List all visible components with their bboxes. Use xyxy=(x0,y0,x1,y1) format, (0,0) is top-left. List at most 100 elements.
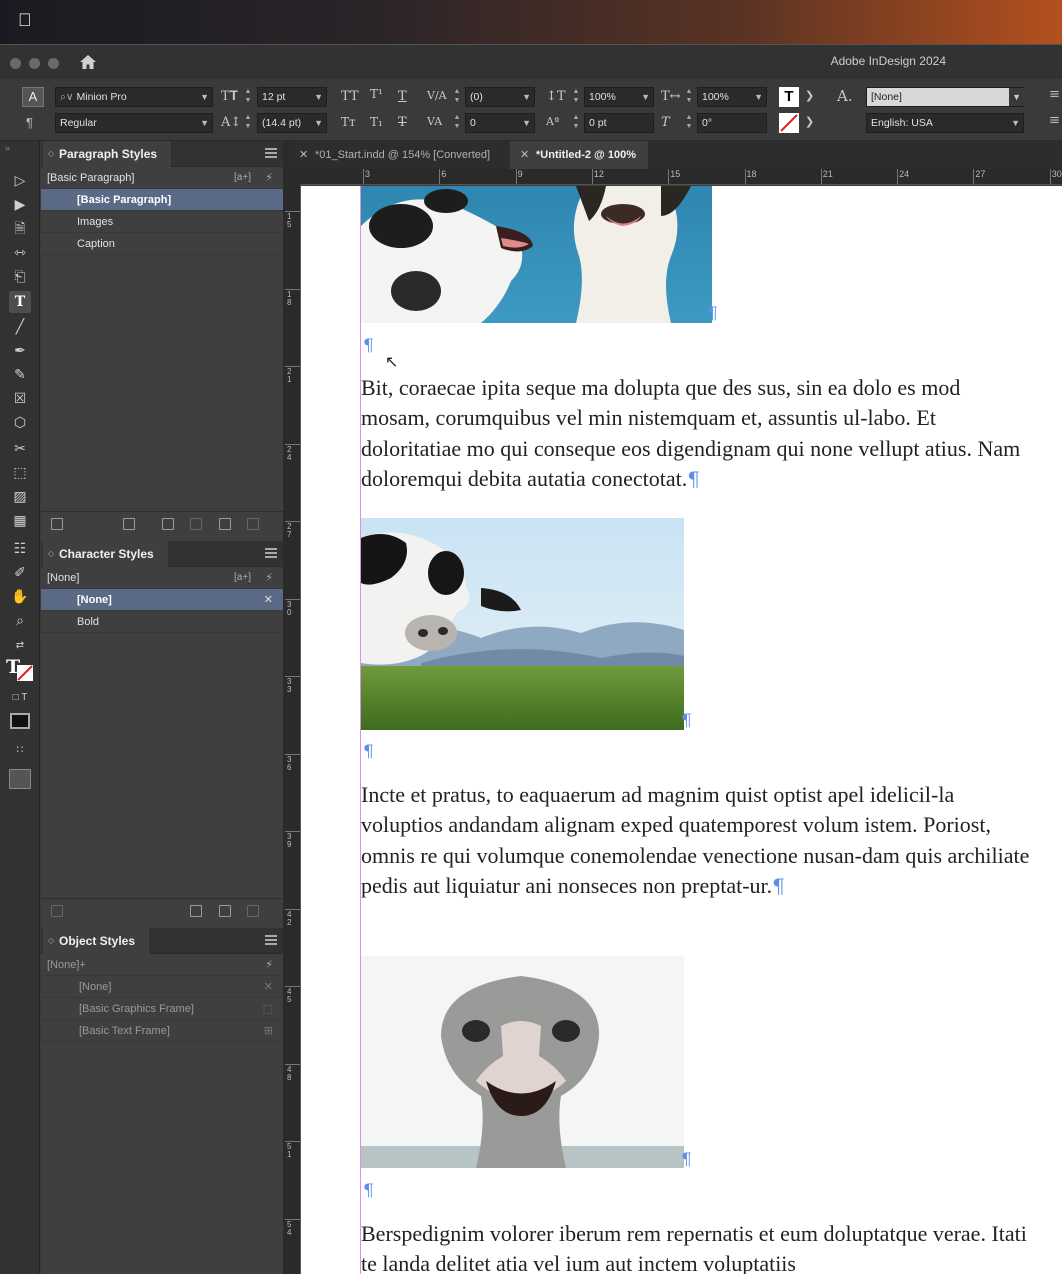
content-collector-icon[interactable]: ⎗ xyxy=(9,265,31,287)
small-caps-icon[interactable]: Tт xyxy=(341,115,356,129)
image-cow[interactable] xyxy=(361,518,684,730)
baseline-shift-stepper[interactable]: ▲ ▼ xyxy=(571,113,581,133)
character-style-field[interactable]: [None] ▼ xyxy=(866,87,1024,107)
paragraph-style-item[interactable]: [Basic Paragraph] xyxy=(41,189,283,211)
gradient-feather-tool-icon[interactable]: ▦ xyxy=(9,509,31,531)
horizontal-ruler[interactable]: 3 6 9 12 15 18 21 24 27 30 xyxy=(301,169,1062,185)
rectangle-frame-tool-icon[interactable]: ☒ xyxy=(9,387,31,409)
body-paragraph[interactable]: Berspedignim volorer iberum rem repernat… xyxy=(361,1219,1031,1274)
character-style-item[interactable]: Bold xyxy=(41,611,283,633)
all-caps-icon[interactable]: TT xyxy=(341,89,359,104)
free-transform-tool-icon[interactable]: ⬚ xyxy=(9,461,31,483)
lightning-icon[interactable]: ⚡ xyxy=(265,167,273,189)
chevron-down-icon[interactable]: ▼ xyxy=(522,88,531,106)
ruler-origin[interactable] xyxy=(285,169,301,185)
underline-icon[interactable]: T xyxy=(398,89,407,104)
chevron-down-icon[interactable]: ▼ xyxy=(754,88,763,106)
pen-tool-icon[interactable]: ✒ xyxy=(9,339,31,361)
stroke-none-icon[interactable] xyxy=(779,113,799,133)
text-fill-icon[interactable]: T xyxy=(779,87,799,107)
screen-mode-icon[interactable] xyxy=(9,769,31,789)
home-icon[interactable] xyxy=(78,52,98,72)
image-ostrich[interactable] xyxy=(361,956,684,1168)
chevron-down-icon[interactable]: ▼ xyxy=(314,88,323,106)
superscript-icon[interactable]: T¹ xyxy=(370,87,383,101)
close-icon[interactable]: ✕ xyxy=(299,141,308,169)
font-size-field[interactable]: 12 pt ▼ xyxy=(257,87,327,107)
tab-paragraph-styles[interactable]: ◇ Paragraph Styles xyxy=(43,141,172,167)
panel-menu-icon[interactable] xyxy=(265,148,277,158)
scissors-tool-icon[interactable]: ✂ xyxy=(9,437,31,459)
close-icon[interactable]: ✕ xyxy=(520,141,529,169)
gradient-swatch-tool-icon[interactable]: ▨ xyxy=(9,485,31,507)
trash-icon[interactable] xyxy=(247,905,259,917)
note-tool-icon[interactable]: ☷ xyxy=(9,537,31,559)
font-family-field[interactable]: ⌕∨ Minion Pro ▼ xyxy=(55,87,213,107)
selection-tool-icon[interactable]: ▷ xyxy=(9,169,31,191)
new-style-icon[interactable] xyxy=(219,518,231,530)
vertical-scale-stepper[interactable]: ▲ ▼ xyxy=(571,87,581,107)
kerning-field[interactable]: (0) ▼ xyxy=(465,87,535,107)
language-field[interactable]: English: USA ▼ xyxy=(866,113,1024,133)
gap-tool-icon[interactable]: ⇿ xyxy=(9,241,31,263)
zoom-tool-icon[interactable]: ⌕ xyxy=(9,609,31,631)
character-style-item[interactable]: [None] ✕ xyxy=(41,589,283,611)
new-style-marker[interactable]: [a+] xyxy=(234,167,251,189)
clear-overrides-icon[interactable] xyxy=(190,518,202,530)
trash-icon[interactable] xyxy=(247,518,259,530)
panel-menu-icon[interactable] xyxy=(265,935,277,945)
folder-icon[interactable] xyxy=(162,518,174,530)
collapse-panel-icon[interactable]: » xyxy=(5,143,10,153)
close-window-button[interactable] xyxy=(10,58,21,69)
chevron-down-icon[interactable]: ▼ xyxy=(1011,114,1020,132)
body-paragraph[interactable]: Bit, coraecae ipita seque ma dolupta que… xyxy=(361,373,1031,494)
panel-menu-icon[interactable] xyxy=(265,548,277,558)
type-tool-icon[interactable]: T xyxy=(9,291,31,313)
formatting-container-icon[interactable]: □ T xyxy=(9,687,31,709)
vertical-ruler[interactable]: 15 18 21 24 27 30 33 36 39 42 45 48 51 54 xyxy=(285,185,301,1274)
strikethrough-icon[interactable]: T xyxy=(398,115,407,130)
direct-selection-tool-icon[interactable]: ▶ xyxy=(9,193,31,215)
document-page[interactable]: ¶ ¶ ↖ Bit, coraecae ipita seque ma dolup… xyxy=(301,186,1062,1274)
hand-tool-icon[interactable]: ✋ xyxy=(9,585,31,607)
baseline-shift-field[interactable]: 0 pt xyxy=(584,113,654,133)
normal-view-icon[interactable]: ∷ xyxy=(9,739,31,761)
tracking-field[interactable]: 0 ▼ xyxy=(465,113,535,133)
horizontal-scale-stepper[interactable]: ▲ ▼ xyxy=(684,87,694,107)
body-paragraph[interactable]: Incte et pratus, to eaquaerum ad magnim … xyxy=(361,780,1031,901)
leading-stepper[interactable]: ▲ ▼ xyxy=(243,113,253,133)
chevron-down-icon[interactable]: ▼ xyxy=(200,114,209,132)
chevron-down-icon[interactable]: ▼ xyxy=(1009,88,1024,106)
object-style-item[interactable]: [None] ✕ xyxy=(41,976,283,998)
font-size-stepper[interactable]: ▲ ▼ xyxy=(243,87,253,107)
page-tool-icon[interactable]: 🗎 xyxy=(9,217,31,239)
pencil-tool-icon[interactable]: ✎ xyxy=(9,363,31,385)
horizontal-scale-field[interactable]: 100% ▼ xyxy=(697,87,767,107)
object-style-item[interactable]: [Basic Graphics Frame] ⬚ xyxy=(41,998,283,1020)
tab-character-styles[interactable]: ◇ Character Styles xyxy=(43,541,168,567)
paragraph-formatting-button[interactable]: ¶ xyxy=(26,115,33,130)
object-style-item[interactable]: [Basic Text Frame] ⊞ xyxy=(41,1020,283,1042)
image-dogs[interactable] xyxy=(361,186,712,323)
font-style-field[interactable]: Regular ▼ xyxy=(55,113,213,133)
tab-document-01-start[interactable]: ✕ *01_Start.indd @ 154% [Converted] xyxy=(289,141,502,169)
line-tool-icon[interactable]: ╱ xyxy=(9,315,31,337)
new-style-marker[interactable]: [a+] xyxy=(234,567,251,589)
chevron-down-icon[interactable]: ▼ xyxy=(200,88,209,106)
apply-color-icon[interactable] xyxy=(10,713,30,729)
load-styles-icon[interactable] xyxy=(51,518,63,530)
character-formatting-button[interactable]: A xyxy=(22,87,44,107)
swap-fill-stroke-icon[interactable]: ⇄ xyxy=(9,635,31,657)
chevron-down-icon[interactable]: ▼ xyxy=(641,88,650,106)
fill-stroke-icon[interactable]: T xyxy=(6,656,34,682)
chevron-down-icon[interactable]: ▼ xyxy=(522,114,531,132)
tracking-stepper[interactable]: ▲ ▼ xyxy=(452,113,462,133)
folder-icon[interactable] xyxy=(190,905,202,917)
new-style-icon[interactable] xyxy=(219,905,231,917)
chevron-down-icon[interactable]: ▼ xyxy=(314,114,323,132)
lightning-icon[interactable]: ⚡ xyxy=(265,954,273,976)
chevron-right-icon[interactable]: ❯ xyxy=(805,115,814,128)
kerning-stepper[interactable]: ▲ ▼ xyxy=(452,87,462,107)
polygon-tool-icon[interactable]: ⬡ xyxy=(9,411,31,433)
new-group-icon[interactable] xyxy=(123,518,135,530)
